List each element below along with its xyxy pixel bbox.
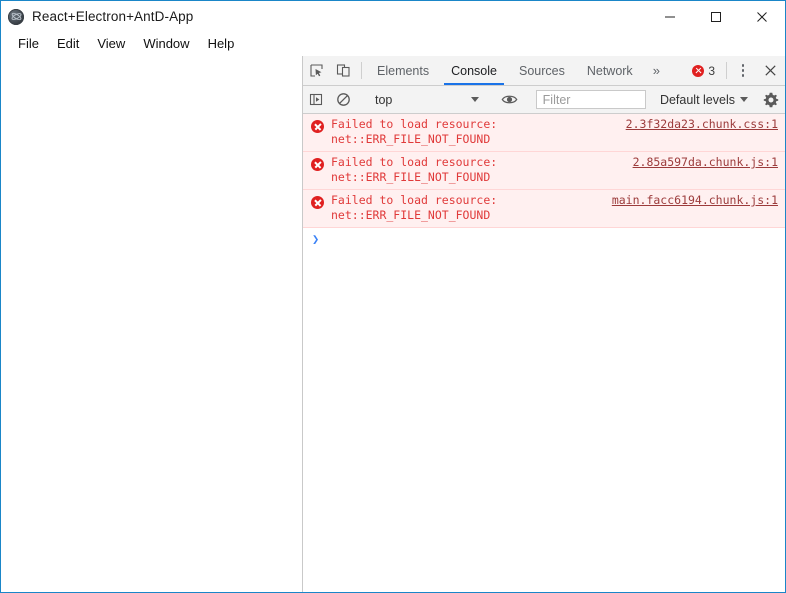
menu-item-file[interactable]: File: [9, 34, 48, 54]
menu-bar: File Edit View Window Help: [1, 32, 785, 56]
chevron-down-icon: [470, 97, 479, 102]
console-message-text: Failed to load resource: net::ERR_FILE_N…: [331, 193, 498, 222]
execution-context-select[interactable]: top: [366, 93, 487, 107]
console-message-source[interactable]: 2.85a597da.chunk.js:1: [633, 155, 780, 170]
window-title: React+Electron+AntD-App: [32, 9, 194, 24]
log-levels-value: Default levels: [659, 92, 735, 107]
console-message-row[interactable]: Failed to load resource: net::ERR_FILE_N…: [303, 152, 785, 190]
badge-divider: [726, 62, 727, 79]
error-circle-icon: [311, 120, 324, 133]
tab-network[interactable]: Network: [576, 56, 644, 85]
more-tabs-icon[interactable]: »: [644, 56, 669, 85]
inspect-element-icon[interactable]: [303, 56, 330, 85]
console-filter-toolbar: top Filter Default levels: [303, 86, 785, 114]
console-sidebar-icon[interactable]: [303, 92, 330, 107]
console-prompt[interactable]: ❯: [303, 228, 785, 250]
error-circle-icon: [692, 64, 705, 77]
maximize-button[interactable]: [693, 1, 739, 32]
console-message-row[interactable]: Failed to load resource: net::ERR_FILE_N…: [303, 114, 785, 152]
gear-icon[interactable]: [757, 92, 785, 108]
console-message-source[interactable]: 2.3f32da23.chunk.css:1: [626, 117, 780, 132]
tabbar-spacer: [669, 56, 685, 85]
title-bar: React+Electron+AntD-App: [1, 1, 785, 32]
menu-item-help[interactable]: Help: [199, 34, 244, 54]
tab-sources[interactable]: Sources: [508, 56, 576, 85]
error-count-label: 3: [708, 63, 715, 78]
device-toolbar-icon[interactable]: [330, 56, 357, 85]
console-message-list[interactable]: Failed to load resource: net::ERR_FILE_N…: [303, 114, 785, 592]
devtools-panel: Elements Console Sources Network » 3 top…: [303, 56, 785, 592]
window-controls: [647, 1, 785, 32]
close-button[interactable]: [739, 1, 785, 32]
tab-console[interactable]: Console: [440, 56, 508, 85]
devtools-close-icon[interactable]: [755, 56, 785, 85]
console-message-source[interactable]: main.facc6194.chunk.js:1: [612, 193, 780, 208]
clear-console-icon[interactable]: [330, 92, 357, 107]
console-message-row[interactable]: Failed to load resource: net::ERR_FILE_N…: [303, 190, 785, 228]
prompt-arrow-icon: ❯: [312, 232, 320, 246]
error-count-badge[interactable]: 3: [685, 56, 722, 85]
application-window: React+Electron+AntD-App File Edit View W…: [0, 0, 786, 593]
live-expression-icon[interactable]: [496, 92, 523, 107]
log-levels-select[interactable]: Default levels: [660, 93, 748, 107]
console-filter-input[interactable]: Filter: [535, 90, 646, 109]
kebab-menu-icon[interactable]: [731, 56, 755, 85]
menu-item-edit[interactable]: Edit: [48, 34, 88, 54]
minimize-button[interactable]: [647, 1, 693, 32]
error-circle-icon: [311, 158, 324, 171]
chevron-down-icon: [740, 97, 748, 102]
console-message-text: Failed to load resource: net::ERR_FILE_N…: [331, 117, 498, 146]
menu-item-window[interactable]: Window: [134, 34, 198, 54]
menu-item-view[interactable]: View: [88, 34, 134, 54]
app-viewport: [1, 56, 303, 592]
execution-context-value: top: [375, 92, 393, 107]
toolbar-divider: [361, 62, 362, 79]
error-circle-icon: [311, 196, 324, 209]
electron-logo-icon: [8, 8, 24, 25]
devtools-tab-bar: Elements Console Sources Network » 3: [303, 56, 785, 86]
tab-elements[interactable]: Elements: [366, 56, 440, 85]
window-body: Elements Console Sources Network » 3 top…: [1, 56, 785, 592]
console-message-text: Failed to load resource: net::ERR_FILE_N…: [331, 155, 498, 184]
